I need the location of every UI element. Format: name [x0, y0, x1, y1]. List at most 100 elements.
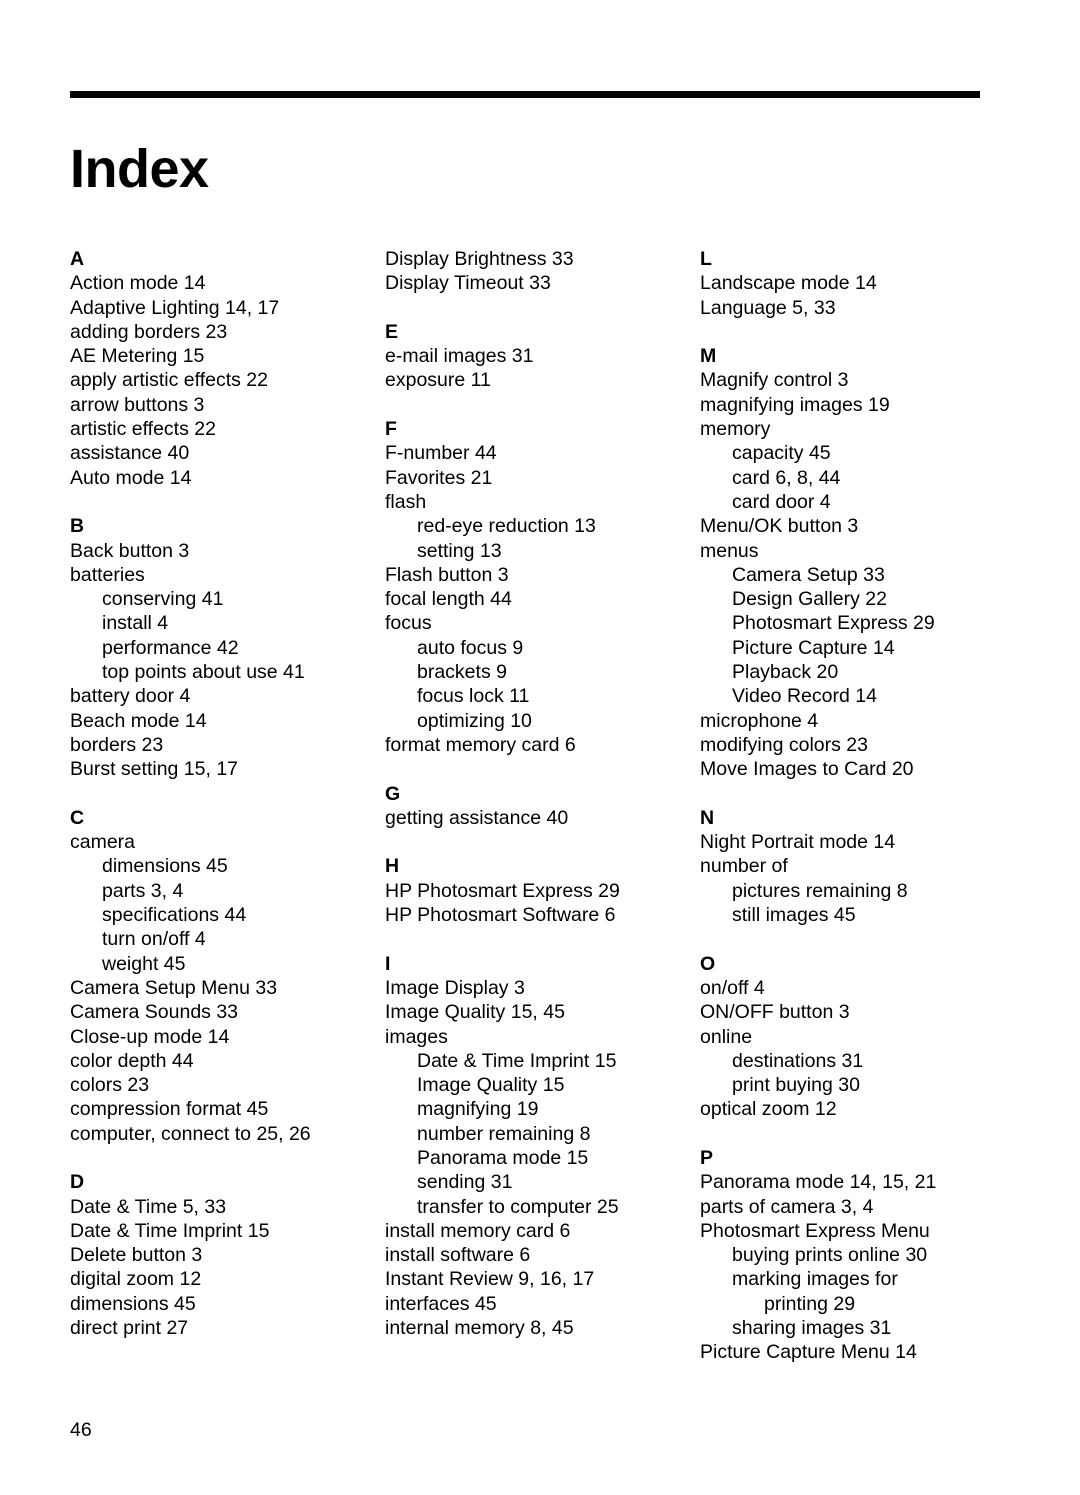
index-entry: getting assistance 40 — [385, 806, 569, 829]
index-entry: optical zoom 12 — [700, 1098, 837, 1121]
index-entry: computer, connect to 25, 26 — [70, 1122, 311, 1145]
index-entry: Close-up mode 14 — [70, 1025, 230, 1048]
index-entry: interfaces 45 — [385, 1292, 497, 1315]
index-subentry: conserving 41 — [102, 588, 224, 611]
index-entry: Language 5, 33 — [700, 296, 836, 319]
index-entry: Flash button 3 — [385, 563, 509, 586]
index-entry: apply artistic effects 22 — [70, 369, 268, 392]
index-entry: Date & Time Imprint 15 — [70, 1219, 270, 1242]
section-letter: D — [70, 1171, 85, 1194]
section-letter: C — [70, 806, 85, 829]
index-entry: focus — [385, 612, 432, 635]
index-entry: assistance 40 — [70, 442, 190, 465]
index-subentry: performance 42 — [102, 636, 239, 659]
page-number: 46 — [70, 1419, 92, 1441]
index-section-m: M Magnify control 3 magnifying images 19 me… — [700, 344, 1015, 781]
index-entry: Instant Review 9, 16, 17 — [385, 1268, 595, 1291]
index-section-c: Ccamera dimensions 45 parts 3, 4 specificat… — [70, 806, 385, 1146]
index-section-n: N Night Portrait mode 14 number of pictures… — [700, 806, 1015, 927]
section-letter: N — [700, 806, 715, 829]
index-section-b: B Back button 3 batteries conserving 41 inst… — [70, 514, 385, 781]
index-entry: internal memory 8, 45 — [385, 1317, 574, 1340]
index-subentry: weight 45 — [102, 952, 186, 975]
index-entry: compression format 45 — [70, 1098, 269, 1121]
index-entry: borders 23 — [70, 733, 164, 756]
index-section-i: I Image Display 3 Image Quality 15, 45 imag… — [385, 952, 700, 1341]
index-subentry: capacity 45 — [732, 442, 831, 465]
index-entry: magnifying images 19 — [700, 393, 890, 416]
index-entry: format memory card 6 — [385, 733, 576, 756]
index-entry: Photosmart Express Menu — [700, 1219, 930, 1242]
index-entry: Delete button 3 — [70, 1244, 203, 1267]
index-entry: Picture Capture Menu 14 — [700, 1341, 917, 1364]
index-subentry: focus lock 11 — [417, 685, 530, 708]
index-section-e: Ee-mail images 31 exposure 11 — [385, 320, 700, 393]
index-entry: direct print 27 — [70, 1317, 189, 1340]
index-column: A Action mode 14 Adaptive Lighting 14, 17 a… — [70, 247, 385, 1340]
page-title: Index — [70, 139, 209, 200]
section-letter: G — [385, 782, 401, 805]
index-entry: digital zoom 12 — [70, 1268, 202, 1291]
index-subentry: install 4 — [102, 612, 169, 635]
index-entry: AE Metering 15 — [70, 345, 205, 368]
index-section-h: H HP Photosmart Express 29 HP Photosmart S… — [385, 854, 700, 927]
index-entry: batteries — [70, 563, 145, 586]
index-subentry: Date & Time Imprint 15 — [417, 1049, 617, 1072]
section-letter: A — [70, 248, 85, 270]
index-section-f: F F-number 44 Favorites 21 flash red-eye red… — [385, 417, 700, 757]
index-subentry: top points about use 41 — [102, 661, 305, 684]
section-letter: H — [385, 855, 400, 878]
index-subentry: parts 3, 4 — [102, 879, 184, 902]
index-entry: Panorama mode 14, 15, 21 — [700, 1171, 937, 1194]
index-entry: ON/OFF button 3 — [700, 1001, 850, 1024]
index-entry: Magnify control 3 — [700, 369, 849, 392]
index-subentry: magnifying 19 — [417, 1098, 539, 1121]
index-entry: Favorites 21 — [385, 466, 493, 489]
index-subentry: number remaining 8 — [417, 1122, 591, 1145]
index-subentry: card door 4 — [732, 490, 831, 513]
index-entry: HP Photosmart Express 29 — [385, 879, 620, 902]
index-entry: install memory card 6 — [385, 1219, 571, 1242]
index-subentry: Camera Setup 33 — [732, 563, 885, 586]
index-entry: Landscape mode 14 — [700, 272, 877, 295]
index-entry: Beach mode 14 — [70, 709, 207, 732]
index-entry: microphone 4 — [700, 709, 819, 732]
index-subentry: destinations 31 — [732, 1049, 864, 1072]
index-entry: dimensions 45 — [70, 1292, 196, 1315]
index-subentry: turn on/off 4 — [102, 928, 206, 951]
section-letter: E — [385, 320, 399, 343]
index-entry: colors 23 — [70, 1074, 150, 1097]
index-entry: Camera Sounds 33 — [70, 1001, 239, 1024]
index-entry: arrow buttons 3 — [70, 393, 205, 416]
index-entry: memory — [700, 418, 771, 441]
index-subentry: buying prints online 30 — [732, 1244, 928, 1267]
index-section-continued: Display Brightness 33 Display Timeout 33 — [385, 247, 700, 296]
index-entry: Menu/OK button 3 — [700, 515, 859, 538]
index-subentry: print buying 30 — [732, 1074, 860, 1097]
section-letter: I — [385, 952, 391, 975]
index-subentry: specifications 44 — [102, 904, 247, 927]
index-subentry: Photosmart Express 29 — [732, 612, 935, 635]
index-section-o: Oon/off 4 ON/OFF button 3 online destinatio… — [700, 952, 1015, 1122]
index-entry: Back button 3 — [70, 539, 190, 562]
index-subentry: still images 45 — [732, 904, 856, 927]
index-entry: Display Brightness 33 — [385, 248, 574, 270]
index-subentry: marking images for — [732, 1268, 898, 1291]
index-entry: color depth 44 — [70, 1049, 194, 1072]
index-subentry: Panorama mode 15 — [417, 1146, 589, 1169]
index-entry: modifying colors 23 — [700, 733, 868, 756]
index-column: L Landscape mode 14 Language 5, 33 M Magnify… — [700, 247, 1015, 1365]
index-section-p: P Panorama mode 14, 15, 21 parts of camera… — [700, 1146, 1015, 1365]
index-subentry: auto focus 9 — [417, 636, 524, 659]
index-entry: flash — [385, 490, 427, 513]
index-subentry: brackets 9 — [417, 661, 507, 684]
title-rule — [70, 91, 980, 98]
index-subentry: Design Gallery 22 — [732, 588, 887, 611]
index-entry: menus — [700, 539, 759, 562]
index-entry: Image Display 3 — [385, 976, 525, 999]
section-letter: F — [385, 418, 397, 441]
index-entry: images — [385, 1025, 448, 1048]
index-entry: number of — [700, 855, 788, 878]
index-entry: online — [700, 1025, 753, 1048]
index-subentry: Picture Capture 14 — [732, 636, 895, 659]
